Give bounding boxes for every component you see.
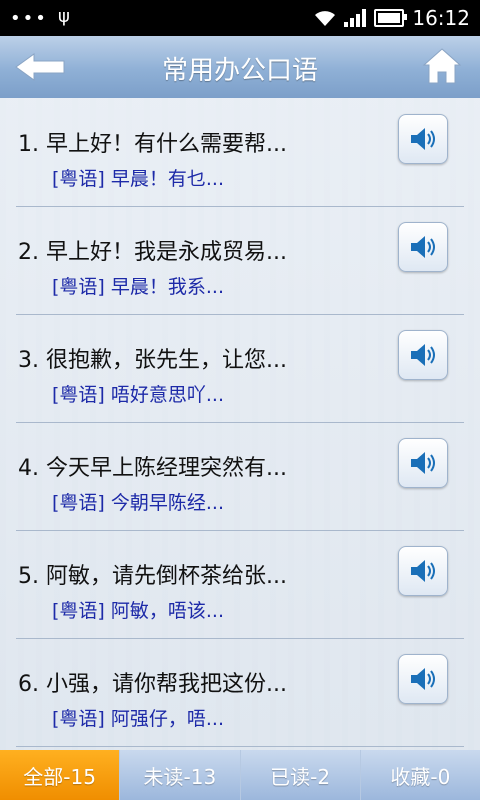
item-title: 5. 阿敏，请先倒杯茶给张... (18, 564, 287, 589)
item-subtitle: [粤语] 唔好意思吖... (52, 384, 224, 406)
list-item[interactable]: 3. 很抱歉，张先生，让您... [粤语] 唔好意思吖... (16, 314, 464, 423)
item-title: 1. 早上好！有什么需要帮... (18, 132, 287, 157)
speaker-icon (411, 344, 435, 366)
tab-read[interactable]: 已读-2 (239, 750, 360, 800)
clock: 16:12 (412, 6, 470, 30)
play-audio-button[interactable] (398, 330, 448, 380)
item-subtitle: [粤语] 早晨！有乜... (52, 168, 224, 190)
play-audio-button[interactable] (398, 114, 448, 164)
item-subtitle: [粤语] 阿强仔，唔... (52, 708, 224, 730)
play-audio-button[interactable] (398, 546, 448, 596)
list-item[interactable]: 1. 早上好！有什么需要帮... [粤语] 早晨！有乜... (16, 98, 464, 207)
tab-favorites[interactable]: 收藏-0 (359, 750, 480, 800)
home-icon (422, 48, 462, 84)
battery-icon (374, 9, 408, 27)
page-title: 常用办公口语 (161, 56, 318, 86)
tab-unread[interactable]: 未读-13 (119, 750, 239, 800)
play-audio-button[interactable] (398, 654, 448, 704)
filter-tab-bar: 全部-15 未读-13 已读-2 收藏-0 (0, 750, 480, 800)
tab-all[interactable]: 全部-15 (0, 750, 120, 800)
usb-icon: ψ (58, 6, 70, 27)
notification-dots: ••• (10, 8, 48, 29)
item-title: 4. 今天早上陈经理突然有... (18, 456, 287, 481)
wifi-icon (315, 11, 336, 26)
item-title: 6. 小强，请你帮我把这份... (18, 672, 287, 697)
speaker-icon (411, 668, 435, 690)
home-button[interactable] (422, 46, 462, 86)
item-subtitle: [粤语] 今朝早陈经... (52, 492, 224, 514)
signal-icon (344, 9, 367, 27)
item-title: 3. 很抱歉，张先生，让您... (18, 348, 287, 373)
list-item[interactable]: 5. 阿敏，请先倒杯茶给张... [粤语] 阿敏，唔该... (16, 530, 464, 639)
speaker-icon (411, 128, 435, 150)
status-icons: 16:12 (314, 6, 470, 30)
list-item[interactable]: 2. 早上好！我是永成贸易... [粤语] 早晨！我系... (16, 206, 464, 315)
speaker-icon (411, 560, 435, 582)
list-item[interactable]: 6. 小强，请你帮我把这份... [粤语] 阿强仔，唔... (16, 638, 464, 747)
list-item[interactable]: 4. 今天早上陈经理突然有... [粤语] 今朝早陈经... (16, 422, 464, 531)
item-subtitle: [粤语] 阿敏，唔该... (52, 600, 224, 622)
speaker-icon (411, 452, 435, 474)
phrase-list[interactable]: 1. 早上好！有什么需要帮... [粤语] 早晨！有乜... 2. 早上好！我是… (0, 98, 480, 750)
status-bar: ••• ψ 16:12 (0, 0, 480, 36)
item-subtitle: [粤语] 早晨！我系... (52, 276, 224, 298)
play-audio-button[interactable] (398, 222, 448, 272)
item-title: 2. 早上好！我是永成贸易... (18, 240, 287, 265)
app-header: 常用办公口语 (0, 36, 480, 99)
play-audio-button[interactable] (398, 438, 448, 488)
speaker-icon (411, 236, 435, 258)
